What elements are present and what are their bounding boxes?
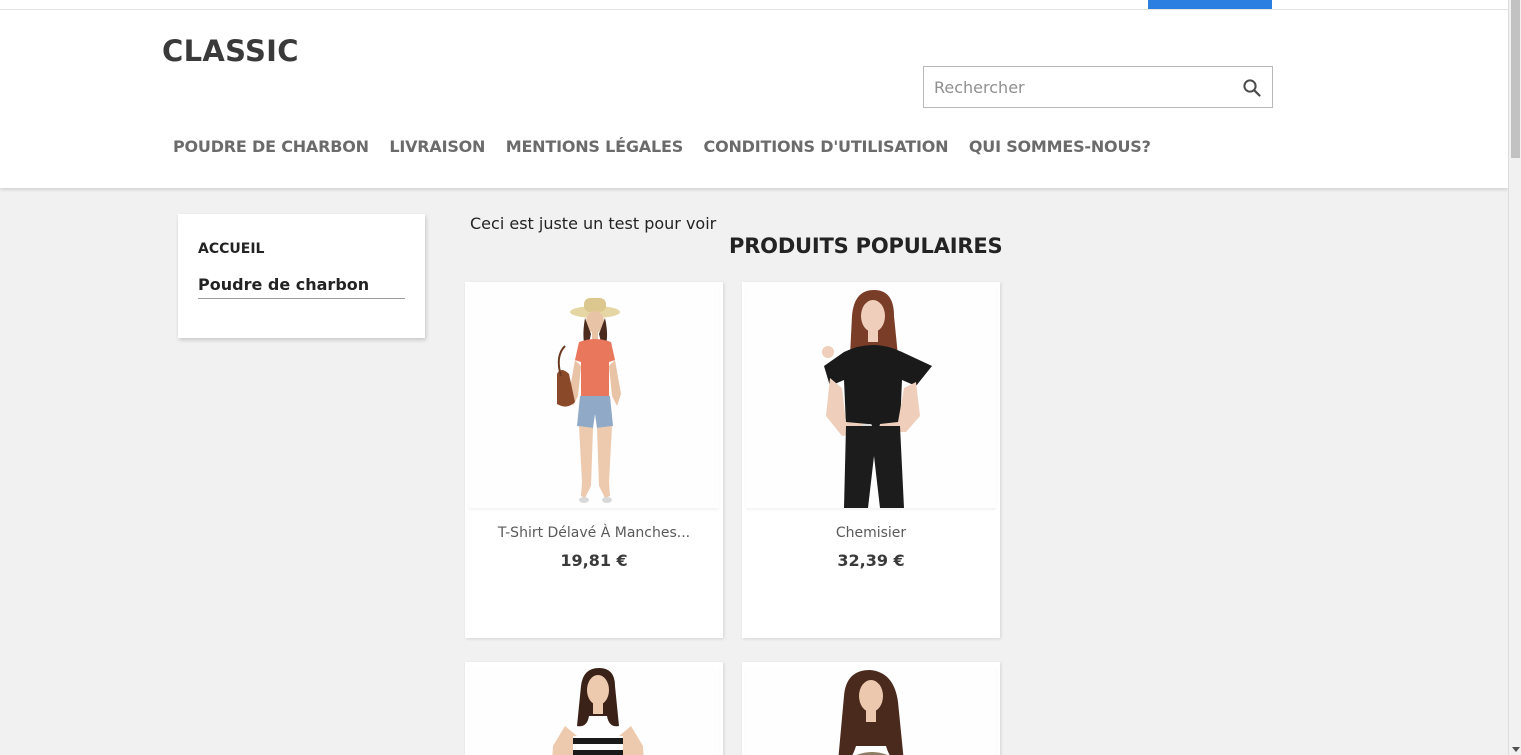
nav-item-livraison[interactable]: LIVRAISON: [389, 136, 485, 158]
section-title: PRODUITS POPULAIRES: [729, 234, 1003, 258]
sidebar-home-link[interactable]: ACCUEIL: [198, 241, 264, 257]
product-image[interactable]: [469, 286, 719, 508]
site-header: CLASSIC POUDRE DE CHARBON LIVRAISON MENT…: [0, 0, 1508, 188]
product-price: 32,39 €: [837, 551, 905, 570]
page: CLASSIC POUDRE DE CHARBON LIVRAISON MENT…: [0, 0, 1508, 755]
sidebar-category-link[interactable]: Poudre de charbon: [198, 275, 405, 299]
nav-item-qui-sommes-nous[interactable]: QUI SOMMES-NOUS?: [969, 136, 1151, 158]
intro-text: Ceci est juste un test pour voir: [470, 214, 717, 233]
search-box: [923, 66, 1273, 108]
product-card[interactable]: [465, 662, 723, 755]
nav-item-poudre-de-charbon[interactable]: POUDRE DE CHARBON: [173, 136, 369, 158]
product-card[interactable]: T-Shirt Délavé À Manches... 19,81 €: [465, 282, 723, 638]
main-nav: POUDRE DE CHARBON LIVRAISON MENTIONS LÉG…: [173, 136, 1171, 158]
search-input[interactable]: [924, 67, 1234, 107]
product-image[interactable]: [746, 666, 996, 755]
product-name[interactable]: Chemisier: [742, 525, 1000, 541]
product-price: 19,81 €: [560, 551, 628, 570]
site-logo[interactable]: CLASSIC: [162, 34, 299, 68]
search-icon[interactable]: [1242, 78, 1262, 98]
scroll-down-arrow-icon[interactable]: [1512, 747, 1520, 752]
nav-item-conditions-utilisation[interactable]: CONDITIONS D'UTILISATION: [704, 136, 949, 158]
product-card[interactable]: Chemisier 32,39 €: [742, 282, 1000, 638]
page-scrollbar[interactable]: [1508, 0, 1521, 755]
top-bar-accent[interactable]: [1148, 0, 1272, 9]
scrollbar-thumb[interactable]: [1511, 0, 1520, 158]
nav-item-mentions-legales[interactable]: MENTIONS LÉGALES: [506, 136, 683, 158]
product-card[interactable]: [742, 662, 1000, 755]
product-name[interactable]: T-Shirt Délavé À Manches...: [465, 525, 723, 541]
top-bar-divider: [0, 9, 1508, 10]
product-image[interactable]: [746, 286, 996, 508]
product-image[interactable]: [469, 666, 719, 755]
category-sidebar: ACCUEIL Poudre de charbon: [178, 214, 425, 338]
